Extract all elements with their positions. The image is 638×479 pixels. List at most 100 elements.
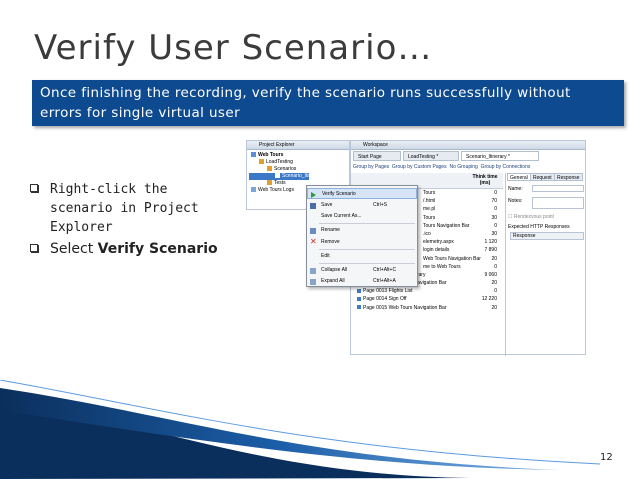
save-icon (310, 203, 316, 209)
row-name: Page 0015 Web Tours Navigation Bar (363, 304, 447, 311)
tab-scenario-itinerary[interactable]: Scenario_Itinerary * (461, 151, 539, 161)
row-name: .ico (423, 230, 431, 237)
folder-icon (267, 166, 272, 172)
menu-item-expand-all[interactable]: Expand All Ctrl+Alt+A (307, 276, 417, 287)
menu-item-save[interactable]: Save Ctrl+S (307, 200, 417, 211)
play-icon (311, 192, 316, 198)
group-by-pages-link[interactable]: Group by Pages (353, 164, 389, 170)
tree-item-scenarios[interactable]: Scenarios (249, 166, 347, 173)
response-header-label: Response (513, 233, 536, 239)
workspace-title: Workspace (351, 141, 585, 150)
page-icon (357, 297, 361, 302)
tab-start-page[interactable]: Start Page (353, 151, 401, 161)
table-row[interactable]: Page 0013 Flights List 0 (351, 287, 503, 295)
tree-item-scenario-itinerary[interactable]: Scenario_Itinerary (249, 173, 323, 180)
menu-item-label: Rename (321, 227, 340, 233)
row-think-time: 0 (494, 206, 497, 213)
menu-item-label: Edit (321, 253, 330, 259)
page-icon (357, 288, 361, 293)
bullet-list: Right-click the scenario in Project Expl… (30, 180, 235, 261)
name-field[interactable] (532, 185, 584, 192)
row-name: Tours Navigation Bar (423, 222, 470, 229)
row-name: elemetry.aspx (423, 239, 454, 246)
tree-label: Scenario_Itinerary (282, 173, 323, 179)
row-name: me to Web Tours (423, 263, 461, 270)
no-grouping-link[interactable]: No Grouping (449, 164, 477, 170)
tree-item-loadtesting[interactable]: LoadTesting (249, 159, 347, 166)
bullet-strong: Verify Scenario (97, 241, 218, 257)
menu-item-rename[interactable]: Rename (307, 225, 417, 236)
checkbox-bullet-icon (30, 244, 38, 252)
bullet-item: Select Verify Scenario (30, 240, 235, 258)
table-row[interactable]: Page 0014 Sign Off 12 220 (351, 295, 503, 303)
workspace-tabs: Start Page LoadTesting * Scenario_Itiner… (351, 151, 551, 161)
scenario-icon (275, 173, 280, 179)
rename-icon (310, 228, 316, 234)
app-screenshot: Project Explorer Web Tours LoadTesting S… (246, 140, 587, 356)
menu-item-save-current-as[interactable]: Save Current As... (307, 211, 417, 222)
menu-shortcut: Ctrl+Alt+C (373, 267, 397, 273)
bullet-text: Right-click the scenario in Project Expl… (50, 182, 199, 235)
menu-shortcut: Ctrl+S (373, 202, 388, 208)
response-column-header: Response (510, 232, 584, 240)
logs-icon (251, 187, 256, 193)
menu-separator (319, 263, 415, 264)
slide-title: Verify User Scenario… (34, 28, 433, 68)
menu-item-remove[interactable]: ✕ Remove (307, 237, 417, 248)
row-name: Tours (423, 190, 436, 196)
menu-item-label: Collapse All (321, 267, 348, 273)
row-think-time: 9 060 (484, 271, 497, 278)
tree-item-web-tours[interactable]: Web Tours (249, 152, 347, 159)
menu-shortcut: Ctrl+Alt+A (373, 278, 396, 284)
folder-icon (267, 180, 272, 186)
row-name: me.pl (423, 206, 436, 213)
think-time-column-header[interactable]: Think time (ms) (471, 174, 499, 186)
grouping-toolbar: Group by Pages Group by Custom Pages No … (353, 163, 530, 171)
menu-item-verify-scenario[interactable]: Verify Scenario (307, 188, 417, 199)
menu-item-label: Verify Scenario (322, 191, 356, 197)
row-think-time: 30 (491, 230, 497, 237)
folder-icon (259, 159, 264, 165)
tab-general[interactable]: General (507, 173, 531, 181)
collapse-icon (310, 268, 316, 274)
table-row[interactable]: Page 0015 Web Tours Navigation Bar 20 (351, 304, 503, 312)
properties-panel: General Request Response Name: Notes: ☐ … (505, 173, 587, 356)
folder-icon (251, 152, 256, 158)
tree-label: Scenarios (274, 166, 297, 172)
page-icon (357, 305, 361, 310)
menu-item-edit[interactable]: Edit (307, 251, 417, 262)
context-menu: Verify Scenario Save Ctrl+S Save Current… (306, 185, 418, 287)
tree-label: LoadTesting (266, 159, 293, 165)
tab-loadtesting[interactable]: LoadTesting * (403, 151, 459, 161)
row-think-time: 20 (491, 280, 497, 287)
row-think-time: 12 220 (481, 296, 497, 303)
menu-item-label: Remove (321, 239, 340, 245)
group-by-connections-link[interactable]: Group by Connections (481, 164, 531, 170)
name-label: Name: (508, 186, 523, 192)
group-by-custom-pages-link[interactable]: Group by Custom Pages (392, 164, 447, 170)
tab-request[interactable]: Request (530, 173, 555, 181)
menu-item-label: Expand All (321, 278, 345, 284)
bullet-prefix: Select (50, 241, 98, 257)
remove-icon: ✕ (310, 237, 317, 246)
menu-item-collapse-all[interactable]: Collapse All Ctrl+Alt+C (307, 265, 417, 276)
checkbox-bullet-icon (30, 184, 38, 192)
page-number: 12 (600, 452, 613, 463)
menu-item-label: Save Current As... (321, 213, 362, 219)
row-name: Page 0014 Sign Off (363, 296, 407, 303)
tab-response[interactable]: Response (554, 173, 583, 181)
rendezvous-label: Rendezvous point (513, 214, 554, 220)
notes-field[interactable] (532, 197, 584, 209)
menu-item-label: Save (321, 202, 333, 208)
row-name: login details (423, 247, 450, 254)
row-think-time: 70 (491, 198, 497, 205)
row-think-time: 0 (494, 222, 497, 229)
menu-separator (319, 249, 415, 250)
tree-label: Tests (274, 180, 286, 186)
row-think-time: 20 (491, 304, 497, 311)
bullet-item: Right-click the scenario in Project Expl… (30, 180, 235, 237)
expand-icon (310, 279, 316, 285)
rendezvous-checkbox[interactable]: ☐ Rendezvous point (508, 213, 554, 221)
row-name: Page 0013 Flights List (363, 288, 413, 295)
expected-responses-label: Expected HTTP Responses (508, 224, 570, 230)
